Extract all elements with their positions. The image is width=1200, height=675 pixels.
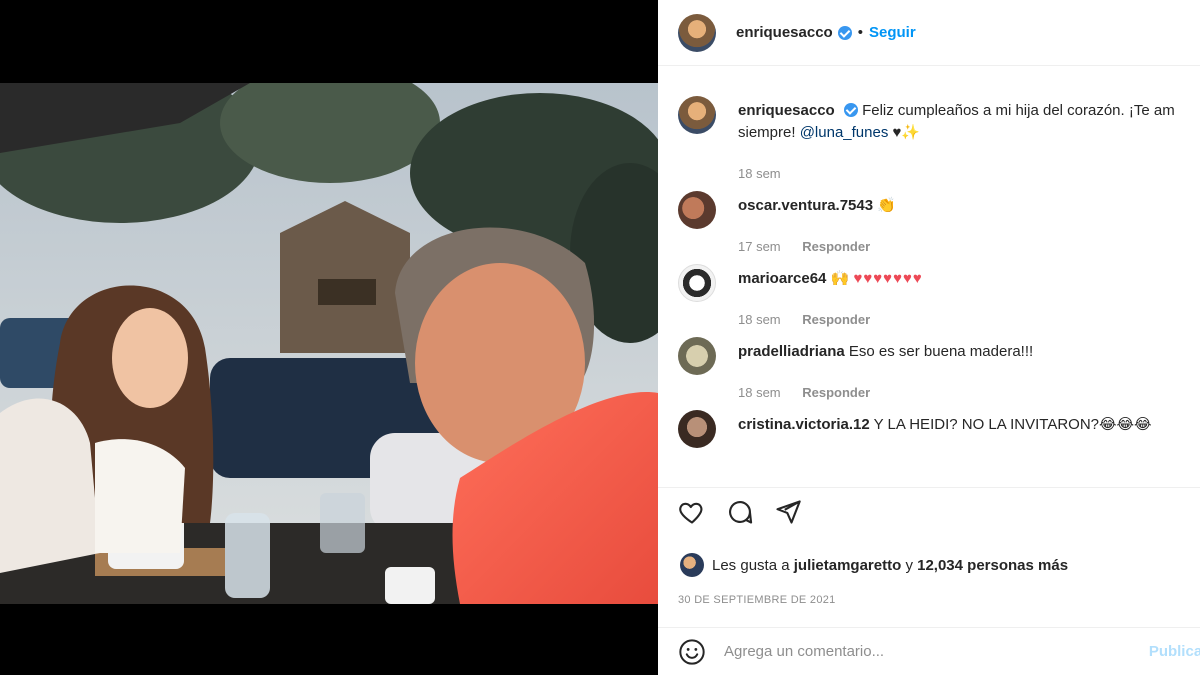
caption-author-avatar[interactable] [678, 96, 716, 134]
commenter-avatar[interactable] [678, 191, 716, 229]
emoji-icon[interactable] [678, 638, 706, 666]
likes-count[interactable]: 12,034 personas más [917, 557, 1068, 574]
comment-text: Eso es ser buena madera!!! [848, 343, 1034, 360]
heart-icon[interactable] [678, 498, 706, 526]
likes-summary: Les gusta a julietamgaretto y 12,034 per… [680, 553, 1068, 577]
commenter-username[interactable]: cristina.victoria.12 [738, 416, 870, 433]
share-icon[interactable] [774, 498, 802, 526]
comment-icon[interactable] [726, 498, 754, 526]
caption-text-line1: Feliz cumpleaños a mi hija del corazón. … [862, 102, 1175, 119]
verified-badge-icon [843, 103, 858, 117]
post-actions-bar [658, 487, 1200, 535]
post-photo[interactable] [0, 83, 658, 604]
comment-body: pradelliadriana Eso es ser buena madera!… [738, 323, 1178, 404]
comment-body: oscar.ventura.7543 👏 17 sem Responder [738, 177, 1178, 258]
comment-text: Y LA HEIDI? NO LA INVITARON?😂😂😂 [873, 416, 1152, 433]
add-comment-bar: Publicar [658, 627, 1200, 675]
comment-body: marioarce64 🙌 ♥♥♥♥♥♥♥ 18 sem Responder [738, 250, 1178, 331]
caption-mention-link[interactable]: @luna_funes [800, 124, 889, 141]
publish-button[interactable]: Publicar [1149, 643, 1200, 660]
commenter-avatar[interactable] [678, 337, 716, 375]
post-details-panel: enriquesacco • Seguir enriquesacco Feliz… [658, 0, 1200, 675]
liker-avatar[interactable] [680, 553, 704, 577]
liker-username[interactable]: julietamgaretto [794, 557, 902, 574]
post-photo-illustration [0, 83, 658, 604]
comment-row: oscar.ventura.7543 👏 17 sem Responder [658, 177, 1200, 258]
post-header: enriquesacco • Seguir [658, 0, 1200, 66]
likes-prefix: Les gusta a [712, 556, 790, 574]
caption-text-line2: siempre! [738, 124, 796, 141]
verified-badge-icon [837, 25, 852, 40]
commenter-avatar[interactable] [678, 264, 716, 302]
comment-input[interactable] [724, 643, 1144, 660]
comment-hearts: ♥♥♥♥♥♥♥ [853, 270, 923, 287]
commenter-username[interactable]: pradelliadriana [738, 343, 845, 360]
comment-body: cristina.victoria.12 Y LA HEIDI? NO LA I… [738, 396, 1178, 448]
comment-row: cristina.victoria.12 Y LA HEIDI? NO LA I… [658, 396, 1200, 448]
commenter-username[interactable]: marioarce64 [738, 270, 826, 287]
author-username[interactable]: enriquesacco [736, 24, 833, 41]
author-avatar[interactable] [678, 13, 716, 52]
follow-button[interactable]: Seguir [869, 24, 916, 41]
comment-row: marioarce64 🙌 ♥♥♥♥♥♥♥ 18 sem Responder [658, 250, 1200, 331]
caption-emoji: ♥✨ [892, 124, 921, 141]
comment-text: 👏 [877, 197, 896, 214]
caption-row: enriquesacco Feliz cumpleaños a mi hija … [658, 82, 1200, 185]
separator-dot: • [857, 24, 863, 41]
comment-row: pradelliadriana Eso es ser buena madera!… [658, 323, 1200, 404]
caption-author[interactable]: enriquesacco [738, 102, 835, 119]
post-date[interactable]: 30 de septiembre de 2021 [678, 594, 836, 606]
commenter-username[interactable]: oscar.ventura.7543 [738, 197, 873, 214]
likes-conjunction: y [905, 556, 913, 574]
comments-list[interactable]: enriquesacco Feliz cumpleaños a mi hija … [658, 82, 1200, 486]
comment-text: 🙌 [830, 270, 850, 287]
caption-body: enriquesacco Feliz cumpleaños a mi hija … [738, 82, 1178, 185]
commenter-avatar[interactable] [678, 410, 716, 448]
post-media-area [0, 0, 658, 675]
